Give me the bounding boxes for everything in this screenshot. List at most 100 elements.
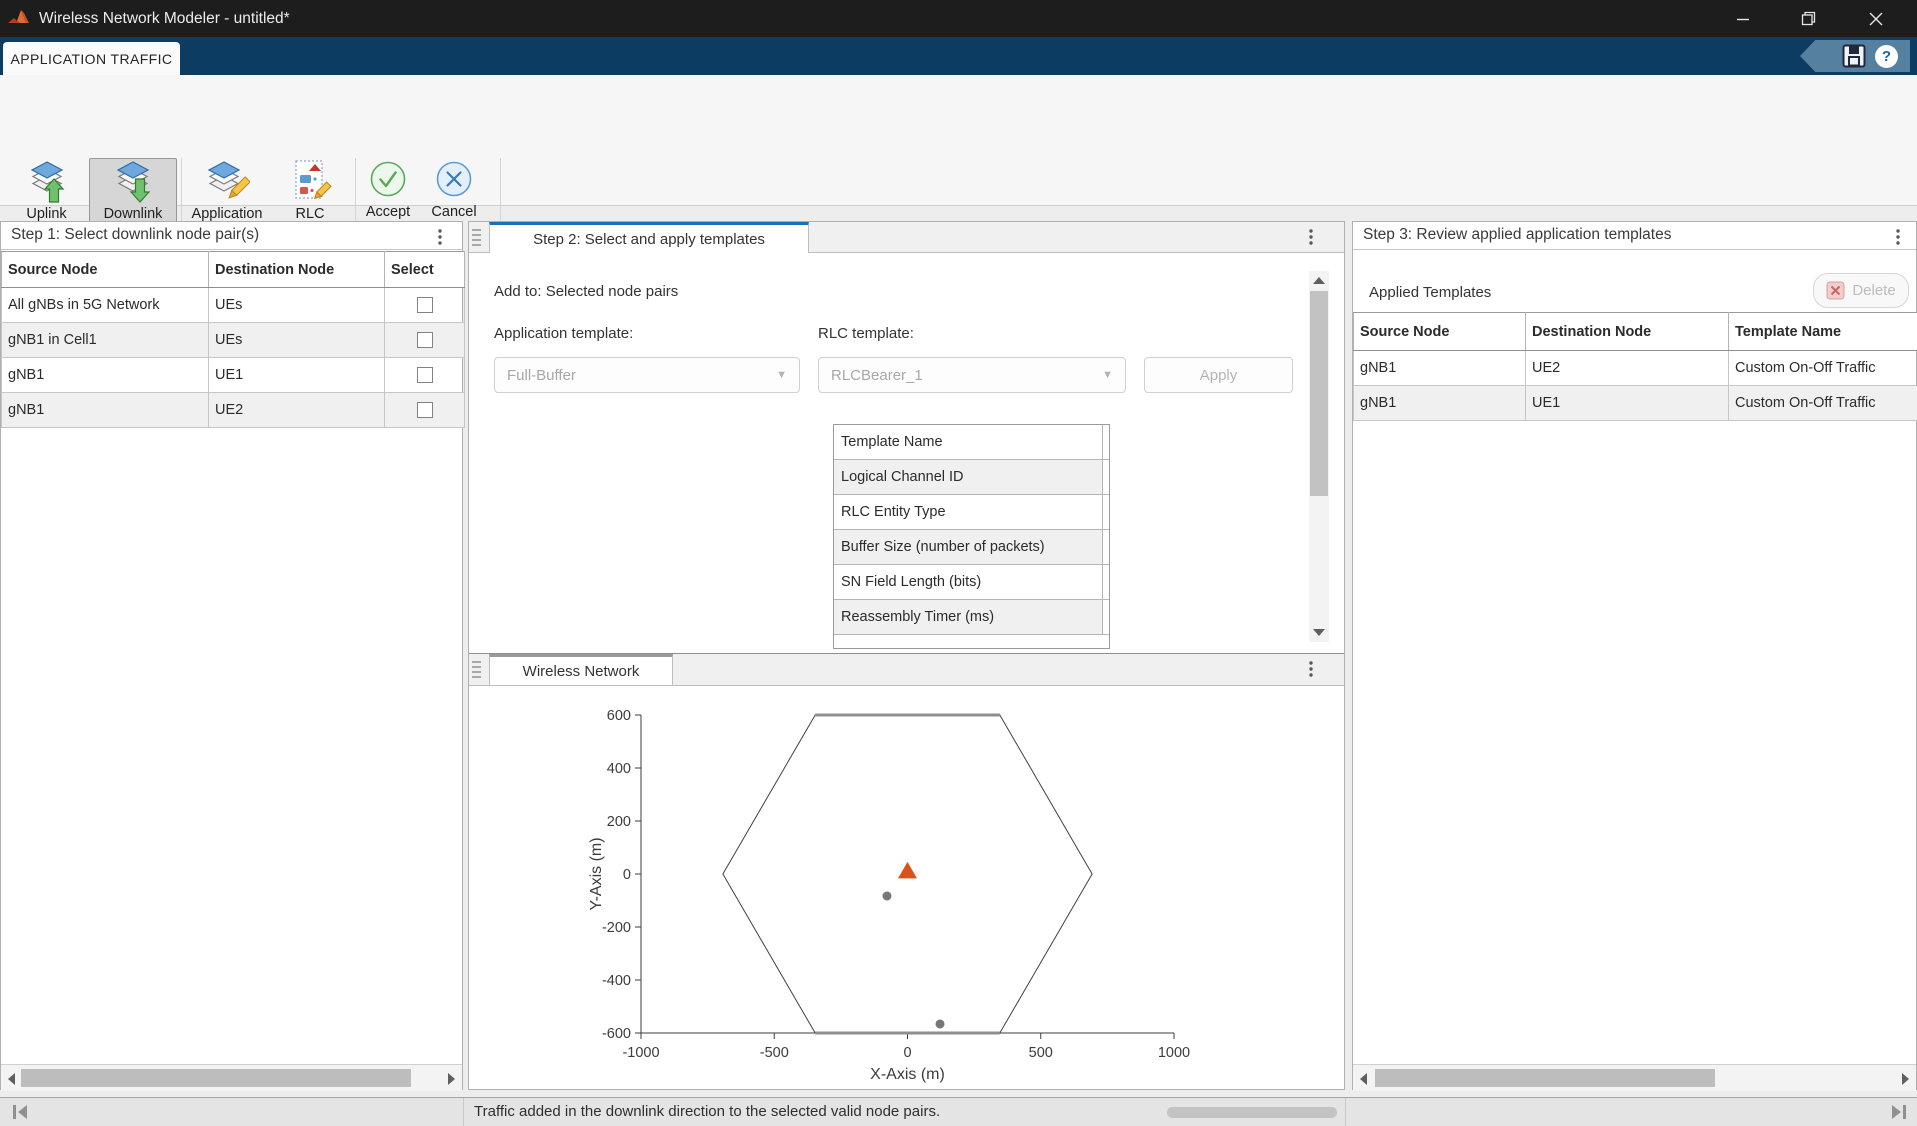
delete-button[interactable]: Delete <box>1813 273 1909 308</box>
accept-label: Accept <box>366 203 410 222</box>
property-name: RLC Entity Type <box>834 495 1102 529</box>
cell: UE2 <box>1526 351 1729 386</box>
node-pair-row[interactable]: gNB1UE1 <box>2 358 465 393</box>
row-select-checkbox[interactable] <box>417 332 433 348</box>
uplink-application-icon <box>24 159 70 205</box>
property-value <box>1102 425 1109 459</box>
scrollbar-thumb[interactable] <box>1310 291 1328 496</box>
ue-marker <box>936 1019 945 1028</box>
cancel-icon <box>433 159 475 203</box>
tab-wireless-network[interactable]: Wireless Network <box>489 654 673 685</box>
step3-menu-button[interactable] <box>1890 228 1906 246</box>
col-destination-node: Destination Node <box>209 252 385 288</box>
window-title: Wireless Network Modeler - untitled* <box>39 10 290 28</box>
cell: gNB1 <box>1354 386 1526 421</box>
node-pairs-table: Source Node Destination Node Select All … <box>1 251 465 428</box>
row-select-checkbox[interactable] <box>417 367 433 383</box>
cell: UE1 <box>1526 386 1729 421</box>
minimize-button[interactable] <box>1720 0 1766 37</box>
accept-icon <box>367 159 409 203</box>
drag-grip-icon[interactable] <box>472 661 481 684</box>
gnb-marker <box>898 862 917 879</box>
cell: gNB1 <box>2 358 209 393</box>
row-select-checkbox[interactable] <box>417 402 433 418</box>
application-templates-icon <box>204 159 250 205</box>
scroll-right-arrow[interactable] <box>448 1073 455 1085</box>
restore-button[interactable] <box>1785 0 1831 37</box>
node-pair-row[interactable]: gNB1UE2 <box>2 393 465 428</box>
applied-template-row[interactable]: gNB1UE2Custom On-Off Traffic <box>1354 351 1917 386</box>
scroll-up-arrow[interactable] <box>1313 277 1325 284</box>
property-value <box>1102 600 1109 634</box>
step1-menu-button[interactable] <box>432 228 448 246</box>
status-divider <box>1345 1098 1346 1126</box>
statusbar: Traffic added in the downlink direction … <box>0 1097 1917 1126</box>
step3-horizontal-scrollbar[interactable] <box>1353 1064 1916 1091</box>
cell: All gNBs in 5G Network <box>2 288 209 323</box>
app-window: Wireless Network Modeler - untitled* APP… <box>0 0 1917 1126</box>
step3-title: Step 3: Review applied application templ… <box>1363 226 1671 244</box>
tab-step2[interactable]: Step 2: Select and apply templates <box>489 222 809 253</box>
node-pair-row[interactable]: All gNBs in 5G NetworkUEs <box>2 288 465 323</box>
scrollbar-thumb[interactable] <box>21 1069 411 1087</box>
template-property-row[interactable]: Logical Channel ID <box>834 460 1109 495</box>
delete-label: Delete <box>1852 282 1895 299</box>
scrollbar-thumb[interactable] <box>1375 1069 1715 1087</box>
wireless-menu-button[interactable] <box>1303 660 1319 678</box>
restore-icon <box>1801 11 1816 26</box>
drag-grip-icon[interactable] <box>472 229 481 252</box>
template-property-row[interactable]: RLC Entity Type <box>834 495 1109 530</box>
save-icon[interactable] <box>1842 44 1866 68</box>
chevron-down-icon: ▼ <box>776 369 787 381</box>
step2-vertical-scrollbar[interactable] <box>1309 271 1329 642</box>
step2-tabstrip: Step 2: Select and apply templates <box>469 222 1344 253</box>
workspace: Step 1: Select downlink node pair(s) Sou… <box>0 221 1917 1090</box>
cell: gNB1 in Cell1 <box>2 323 209 358</box>
partial-row <box>834 635 1109 648</box>
minimize-icon <box>1736 12 1750 26</box>
template-property-row[interactable]: Template Name <box>834 425 1109 460</box>
status-scrollbar-thumb[interactable] <box>1167 1107 1337 1118</box>
rlc-templates-icon <box>287 159 333 205</box>
panel-middle: Step 2: Select and apply templates Add t… <box>468 221 1345 1090</box>
cell: UEs <box>209 323 385 358</box>
col-template-name: Template Name <box>1729 313 1917 351</box>
property-name: SN Field Length (bits) <box>834 565 1102 599</box>
scroll-right-arrow[interactable] <box>1902 1073 1909 1085</box>
skip-to-end-icon[interactable] <box>1889 1103 1909 1121</box>
applied-template-row[interactable]: gNB1UE1Custom On-Off Traffic <box>1354 386 1917 421</box>
help-icon[interactable]: ? <box>1875 45 1898 68</box>
x-axis-label: X-Axis (m) <box>870 1066 945 1083</box>
rlc-template-select[interactable]: RLCBearer_1 ▼ <box>818 357 1126 393</box>
col-source-node: Source Node <box>1354 313 1526 351</box>
tab-application-traffic[interactable]: APPLICATION TRAFFIC <box>3 42 180 75</box>
row-select-checkbox[interactable] <box>417 297 433 313</box>
scroll-left-arrow[interactable] <box>8 1073 15 1085</box>
y-tick-label: -200 <box>602 920 631 936</box>
y-tick-label: 400 <box>607 761 631 777</box>
template-property-row[interactable]: Reassembly Timer (ms) <box>834 600 1109 635</box>
x-tick-label: 500 <box>1029 1045 1053 1061</box>
apply-button[interactable]: Apply <box>1144 357 1293 393</box>
step2-menu-button[interactable] <box>1303 228 1319 246</box>
template-property-row[interactable]: Buffer Size (number of packets) <box>834 530 1109 565</box>
property-value <box>1102 530 1109 564</box>
skip-to-start-icon[interactable] <box>10 1103 30 1121</box>
x-tick-label: -1000 <box>622 1045 659 1061</box>
step1-horizontal-scrollbar[interactable] <box>1 1064 462 1091</box>
network-plot: -1000-500050010006004002000-200-400-600X… <box>469 686 1344 1090</box>
step1-panel-header: Step 1: Select downlink node pair(s) <box>1 222 462 250</box>
scroll-down-arrow[interactable] <box>1313 629 1325 636</box>
y-tick-label: -600 <box>602 1026 631 1042</box>
close-button[interactable] <box>1853 0 1899 37</box>
template-property-row[interactable]: SN Field Length (bits) <box>834 565 1109 600</box>
scroll-left-arrow[interactable] <box>1360 1073 1367 1085</box>
matlab-logo-icon <box>8 9 30 29</box>
chevron-down-icon: ▼ <box>1102 369 1113 381</box>
cell: UEs <box>209 288 385 323</box>
node-pair-row[interactable]: gNB1 in Cell1UEs <box>2 323 465 358</box>
y-tick-label: 0 <box>623 867 631 883</box>
application-template-select[interactable]: Full-Buffer ▼ <box>494 357 800 393</box>
step2-section: Step 2: Select and apply templates Add t… <box>469 222 1344 653</box>
ribbon-tab-bar: APPLICATION TRAFFIC ? <box>0 37 1917 75</box>
